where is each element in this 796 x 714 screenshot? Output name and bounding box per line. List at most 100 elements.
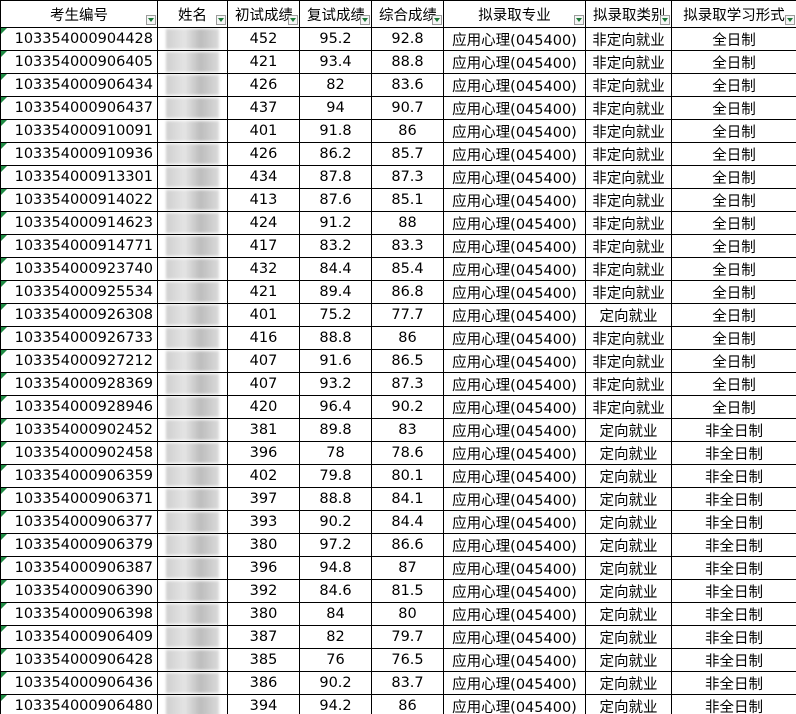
cell-major[interactable]: 应用心理(045400) [443,303,586,327]
cell-name[interactable] [157,625,228,649]
cell-name[interactable] [157,188,228,212]
cell-major[interactable]: 应用心理(045400) [443,579,586,603]
cell-major[interactable]: 应用心理(045400) [443,257,586,281]
cell-exam-id[interactable]: 103354000910091 [0,119,158,143]
cell-category[interactable]: 非定向就业 [585,211,672,235]
cell-initial-score[interactable]: 420 [227,395,300,419]
cell-exam-id[interactable]: 103354000914022 [0,188,158,212]
cell-study-mode[interactable]: 全日制 [671,234,796,258]
cell-study-mode[interactable]: 非全日制 [671,418,796,442]
header-cell-retest-score[interactable]: 复试成绩 [299,0,372,28]
cell-name[interactable] [157,510,228,534]
cell-category[interactable]: 非定向就业 [585,372,672,396]
cell-major[interactable]: 应用心理(045400) [443,556,586,580]
cell-exam-id[interactable]: 103354000906437 [0,96,158,120]
cell-category[interactable]: 非定向就业 [585,165,672,189]
cell-study-mode[interactable]: 全日制 [671,349,796,373]
cell-major[interactable]: 应用心理(045400) [443,441,586,465]
cell-total-score[interactable]: 85.1 [371,188,444,212]
cell-name[interactable] [157,694,228,714]
cell-exam-id[interactable]: 103354000906377 [0,510,158,534]
cell-study-mode[interactable]: 全日制 [671,326,796,350]
cell-major[interactable]: 应用心理(045400) [443,625,586,649]
cell-total-score[interactable]: 84.4 [371,510,444,534]
cell-retest-score[interactable]: 84 [299,602,372,626]
cell-exam-id[interactable]: 103354000926308 [0,303,158,327]
cell-total-score[interactable]: 85.4 [371,257,444,281]
cell-total-score[interactable]: 80 [371,602,444,626]
cell-category[interactable]: 非定向就业 [585,234,672,258]
cell-initial-score[interactable]: 380 [227,533,300,557]
cell-name[interactable] [157,211,228,235]
cell-category[interactable]: 非定向就业 [585,50,672,74]
cell-initial-score[interactable]: 386 [227,671,300,695]
header-cell-exam-id[interactable]: 考生编号 [0,0,158,28]
filter-dropdown-icon[interactable] [660,15,670,25]
cell-total-score[interactable]: 83.3 [371,234,444,258]
cell-major[interactable]: 应用心理(045400) [443,418,586,442]
cell-study-mode[interactable]: 非全日制 [671,579,796,603]
cell-exam-id[interactable]: 103354000914771 [0,234,158,258]
cell-study-mode[interactable]: 非全日制 [671,487,796,511]
cell-total-score[interactable]: 86.8 [371,280,444,304]
cell-study-mode[interactable]: 非全日制 [671,648,796,672]
cell-initial-score[interactable]: 426 [227,142,300,166]
cell-total-score[interactable]: 88.8 [371,50,444,74]
cell-category[interactable]: 定向就业 [585,556,672,580]
cell-initial-score[interactable]: 407 [227,349,300,373]
cell-study-mode[interactable]: 全日制 [671,50,796,74]
cell-name[interactable] [157,50,228,74]
header-cell-initial-score[interactable]: 初试成绩 [227,0,300,28]
cell-exam-id[interactable]: 103354000906371 [0,487,158,511]
cell-study-mode[interactable]: 非全日制 [671,625,796,649]
cell-retest-score[interactable]: 91.6 [299,349,372,373]
cell-name[interactable] [157,533,228,557]
cell-total-score[interactable]: 80.1 [371,464,444,488]
cell-initial-score[interactable]: 421 [227,50,300,74]
cell-study-mode[interactable]: 全日制 [671,280,796,304]
filter-dropdown-icon[interactable] [432,15,442,25]
cell-major[interactable]: 应用心理(045400) [443,349,586,373]
cell-name[interactable] [157,395,228,419]
cell-exam-id[interactable]: 103354000906428 [0,648,158,672]
filter-dropdown-icon[interactable] [785,15,795,25]
cell-retest-score[interactable]: 76 [299,648,372,672]
cell-retest-score[interactable]: 75.2 [299,303,372,327]
cell-major[interactable]: 应用心理(045400) [443,694,586,714]
cell-name[interactable] [157,556,228,580]
cell-exam-id[interactable]: 103354000906436 [0,671,158,695]
cell-exam-id[interactable]: 103354000913301 [0,165,158,189]
cell-category[interactable]: 非定向就业 [585,73,672,97]
cell-initial-score[interactable]: 401 [227,303,300,327]
filter-dropdown-icon[interactable] [360,15,370,25]
cell-name[interactable] [157,303,228,327]
cell-total-score[interactable]: 92.8 [371,27,444,51]
cell-initial-score[interactable]: 392 [227,579,300,603]
cell-category[interactable]: 定向就业 [585,625,672,649]
cell-category[interactable]: 非定向就业 [585,119,672,143]
header-cell-major[interactable]: 拟录取专业 [443,0,586,28]
cell-major[interactable]: 应用心理(045400) [443,188,586,212]
cell-exam-id[interactable]: 103354000925534 [0,280,158,304]
cell-study-mode[interactable]: 非全日制 [671,464,796,488]
cell-retest-score[interactable]: 87.8 [299,165,372,189]
cell-study-mode[interactable]: 全日制 [671,257,796,281]
cell-exam-id[interactable]: 103354000906434 [0,73,158,97]
cell-category[interactable]: 定向就业 [585,441,672,465]
cell-exam-id[interactable]: 103354000906379 [0,533,158,557]
cell-exam-id[interactable]: 103354000904428 [0,27,158,51]
cell-total-score[interactable]: 83.7 [371,671,444,695]
cell-major[interactable]: 应用心理(045400) [443,165,586,189]
cell-name[interactable] [157,441,228,465]
cell-total-score[interactable]: 83 [371,418,444,442]
cell-exam-id[interactable]: 103354000902452 [0,418,158,442]
cell-initial-score[interactable]: 424 [227,211,300,235]
cell-total-score[interactable]: 83.6 [371,73,444,97]
cell-exam-id[interactable]: 103354000926733 [0,326,158,350]
cell-exam-id[interactable]: 103354000906405 [0,50,158,74]
cell-category[interactable]: 定向就业 [585,464,672,488]
cell-retest-score[interactable]: 94.2 [299,694,372,714]
cell-name[interactable] [157,234,228,258]
filter-dropdown-icon[interactable] [216,15,226,25]
cell-total-score[interactable]: 88 [371,211,444,235]
